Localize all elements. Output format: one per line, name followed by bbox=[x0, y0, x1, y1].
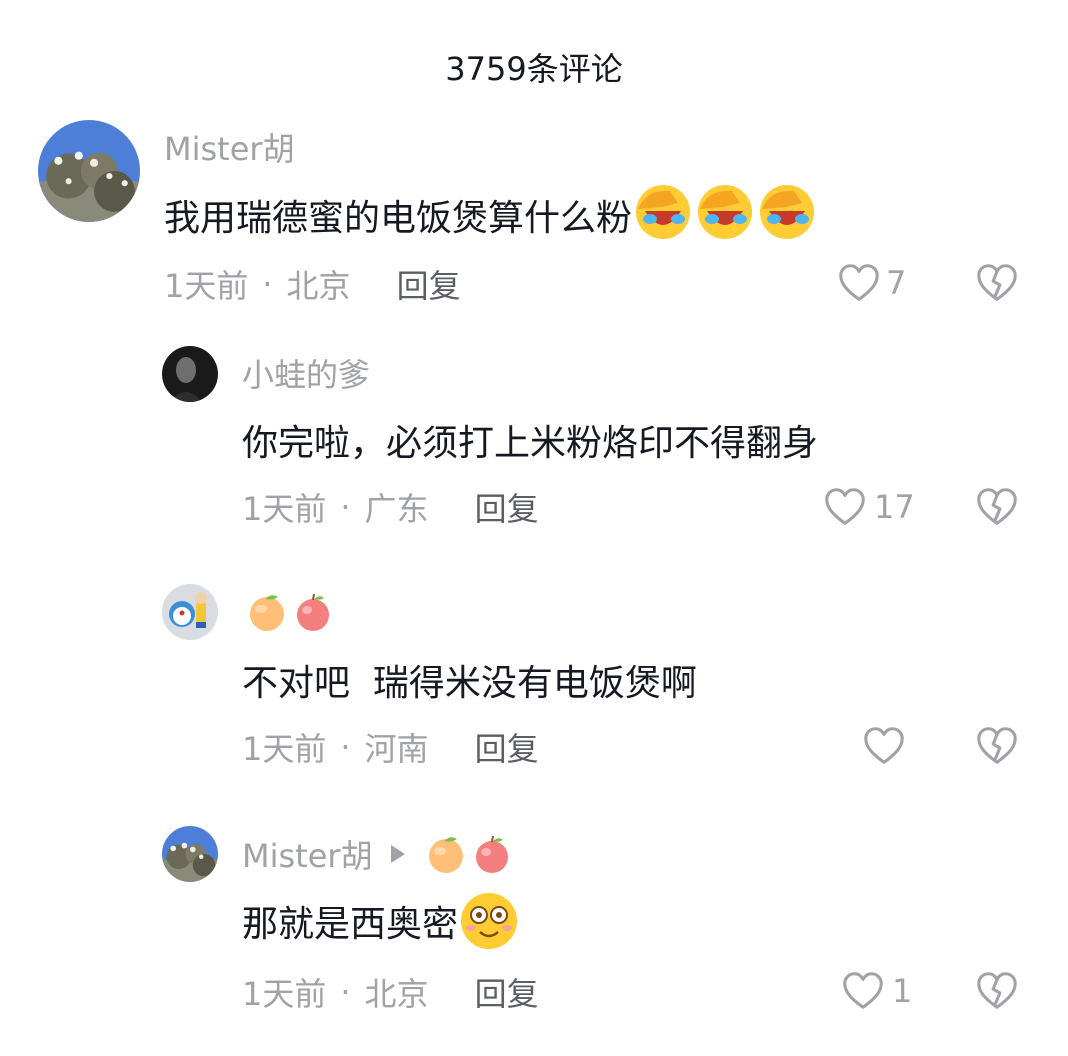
reply-button[interactable]: 回复 bbox=[475, 484, 539, 530]
broken-heart-icon bbox=[977, 727, 1017, 764]
heart-icon bbox=[843, 972, 883, 1009]
dislike-button[interactable] bbox=[974, 484, 1020, 530]
separator-dot: · bbox=[262, 265, 273, 303]
comment-author[interactable] bbox=[242, 590, 334, 634]
comment-author[interactable]: Mister胡 bbox=[164, 126, 295, 168]
apple-emoji bbox=[297, 593, 329, 631]
dislike-button[interactable] bbox=[974, 723, 1020, 769]
like-button[interactable]: 7 bbox=[836, 260, 906, 306]
comment-time: 1天前 bbox=[242, 730, 327, 768]
heart-icon bbox=[825, 488, 865, 525]
comment-location: 广东 bbox=[364, 490, 429, 528]
dislike-button[interactable] bbox=[974, 968, 1020, 1014]
comment-location: 北京 bbox=[364, 975, 429, 1013]
comment-meta: 1天前 · 广东 回复 bbox=[242, 485, 539, 529]
comment-text: 我用瑞德蜜的电饭煲算什么粉 bbox=[164, 184, 818, 244]
reply-to-arrow-icon bbox=[390, 845, 405, 863]
like-button[interactable]: 17 bbox=[822, 484, 915, 530]
avatar[interactable] bbox=[162, 826, 218, 882]
facepalm-laugh-emoji bbox=[632, 181, 818, 250]
author-name-text: Mister胡 bbox=[242, 837, 373, 875]
like-button[interactable]: 1 bbox=[840, 968, 912, 1014]
avatar[interactable] bbox=[162, 584, 218, 640]
separator-dot: · bbox=[340, 728, 351, 766]
broken-heart-icon bbox=[977, 488, 1017, 525]
separator-dot: · bbox=[340, 488, 351, 526]
comment-time: 1天前 bbox=[242, 975, 327, 1013]
separator-dot: · bbox=[340, 973, 351, 1011]
broken-heart-icon bbox=[977, 972, 1017, 1009]
peach-emoji bbox=[250, 595, 284, 631]
comment-time: 1天前 bbox=[242, 490, 327, 528]
avatar[interactable] bbox=[38, 120, 140, 222]
dazed-smile-emoji bbox=[461, 893, 518, 949]
comment-author[interactable]: Mister胡 bbox=[242, 832, 513, 876]
comment-meta: 1天前 · 北京 回复 bbox=[164, 262, 461, 306]
broken-heart-icon bbox=[977, 264, 1017, 301]
comment-text: 那就是西奥密 bbox=[242, 890, 520, 952]
heart-icon bbox=[839, 264, 879, 301]
comment-text: 不对吧 瑞得米没有电饭煲啊 bbox=[242, 663, 697, 704]
dislike-button[interactable] bbox=[974, 260, 1020, 306]
like-button[interactable] bbox=[861, 723, 907, 769]
like-count: 7 bbox=[886, 264, 907, 302]
comment-author[interactable]: 小蛙的爹 bbox=[242, 352, 370, 394]
peach-emoji bbox=[428, 837, 463, 873]
comment-text: 你完啦，必须打上米粉烙印不得翻身 bbox=[242, 423, 819, 464]
avatar[interactable] bbox=[162, 346, 218, 402]
comment-meta: 1天前 · 北京 回复 bbox=[242, 970, 539, 1014]
reply-button[interactable]: 回复 bbox=[397, 261, 461, 307]
heart-icon bbox=[864, 727, 904, 764]
comment-time: 1天前 bbox=[164, 267, 249, 305]
comment-meta: 1天前 · 河南 回复 bbox=[242, 725, 539, 769]
reply-button[interactable]: 回复 bbox=[475, 724, 539, 770]
like-count: 1 bbox=[892, 972, 913, 1010]
comment-location: 河南 bbox=[364, 730, 429, 768]
comment-text-content: 我用瑞德蜜的电饭煲算什么粉 bbox=[164, 198, 633, 239]
apple-emoji bbox=[475, 835, 508, 873]
comment-location: 北京 bbox=[286, 267, 351, 305]
comment-count-title: 3759条评论 bbox=[445, 50, 623, 88]
like-count: 17 bbox=[874, 488, 915, 526]
comment-text-content: 那就是西奥密 bbox=[242, 904, 459, 945]
reply-button[interactable]: 回复 bbox=[475, 969, 539, 1015]
